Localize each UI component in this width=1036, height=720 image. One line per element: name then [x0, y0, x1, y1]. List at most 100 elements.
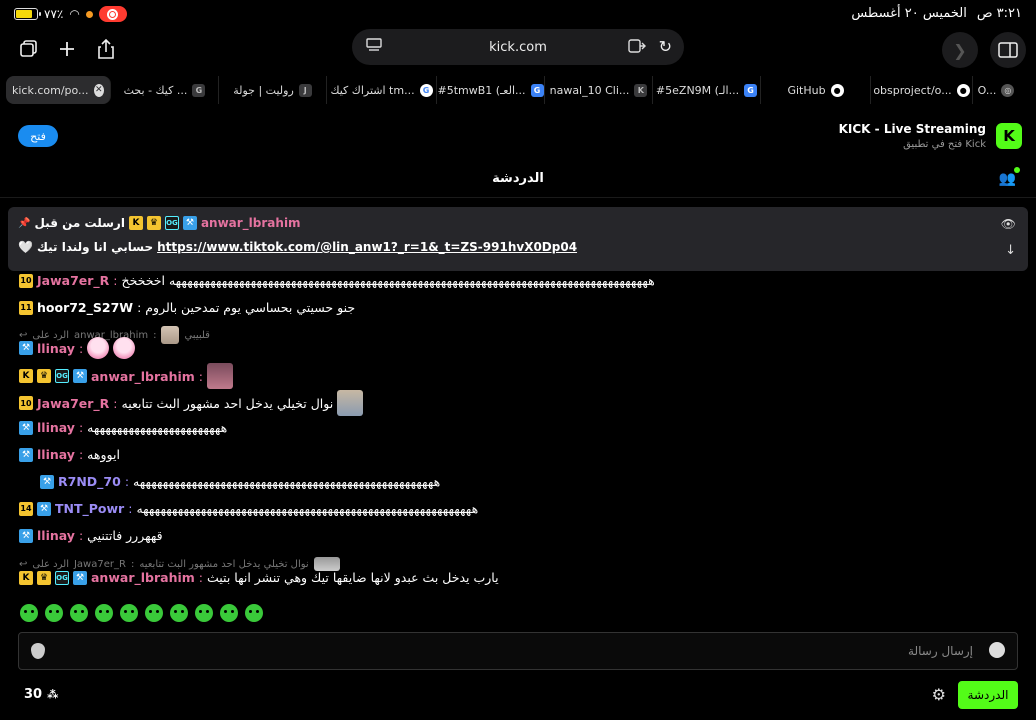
- chat-message: 10 Jawa7er_R: هههههههههههههههههههههههههه…: [19, 273, 655, 288]
- og-badge-icon: OG: [164, 216, 179, 230]
- tab-roulette[interactable]: روليت | جولة J: [219, 76, 327, 104]
- browser-toolbar: kick.com ↻ ❯: [0, 28, 1036, 70]
- emote-button[interactable]: [120, 604, 138, 622]
- message-username[interactable]: R7ND_70: [58, 474, 121, 489]
- status-bar: ٧٧٪ ◠ ٣:٢١ ص الخميس ٢٠ أغسطس: [0, 0, 1036, 28]
- message-username[interactable]: TNT_Powr: [55, 501, 124, 516]
- emoji-icon[interactable]: [989, 642, 1005, 658]
- chat-message: ⚒ R7ND_70: ههههههههههههههههههههههههههههه…: [40, 474, 440, 489]
- message-username[interactable]: Jawa7er_R: [37, 396, 109, 411]
- tab-kick-subscribe[interactable]: اشتراك كيك tm... G: [327, 76, 437, 104]
- tab-5tmwb1[interactable]: #5tmwB1 (العـ... G: [437, 76, 545, 104]
- status-left: ٧٧٪ ◠: [14, 6, 127, 22]
- chat-message: ⚒ llinay: هههههههههههههههههههههههه: [19, 420, 227, 435]
- message-username[interactable]: hoor72_S27W: [37, 300, 133, 315]
- extension-icon[interactable]: [628, 38, 646, 58]
- emote-button[interactable]: [170, 604, 188, 622]
- message-username[interactable]: llinay: [37, 528, 75, 543]
- reply-icon: ↩: [19, 558, 28, 570]
- message-text: هههههههههههههههههههههههههههههههههههههههه…: [136, 501, 479, 516]
- pinned-link[interactable]: https://www.tiktok.com/@lin_anw1?_r=1&_t…: [157, 240, 577, 254]
- emote-image: [337, 390, 364, 416]
- emote-thumbnail: [161, 326, 180, 344]
- emote-button[interactable]: [45, 604, 63, 622]
- app-subtitle: فتح في تطبيق Kick: [903, 139, 986, 150]
- tab-5ezn9m[interactable]: #5eZN9M (الـ... G: [653, 76, 761, 104]
- users-icon[interactable]: 👥: [999, 167, 1021, 187]
- tab-bar: kick.com/po... ✕ كيك - بحث ... G روليت |…: [6, 76, 1030, 104]
- chat-input[interactable]: إرسال رسالة: [18, 632, 1018, 670]
- emote-button[interactable]: [70, 604, 88, 622]
- chat-message: ⚒ llinay:: [19, 337, 136, 359]
- message-text: جنو حسيتي بحساسي يوم تمدحين بالروم: [145, 300, 356, 315]
- og-badge-icon: OG: [55, 570, 69, 585]
- message-username[interactable]: llinay: [37, 420, 75, 435]
- reply-username: Jawa7er_R: [73, 558, 126, 570]
- message-text: نوال تخيلي يدخل احد مشهور البث تتابعيه: [121, 395, 334, 411]
- wifi-icon: ◠: [69, 7, 80, 21]
- chat-message: ⚒ llinay: قههررر فاتتنيي: [19, 528, 163, 543]
- message-username[interactable]: llinay: [37, 341, 75, 356]
- sub-badge-icon: 11: [19, 300, 33, 315]
- kick-logo-icon: K: [996, 123, 1022, 149]
- close-tab-icon[interactable]: ✕: [93, 83, 104, 97]
- battery-percent: ٧٧٪: [44, 7, 64, 21]
- open-app-button[interactable]: فتح: [18, 125, 58, 147]
- chat-footer: 30 ⁂ ⚙ الدردشة: [0, 678, 1036, 720]
- pinned-username[interactable]: anwar_lbrahim: [201, 216, 301, 230]
- message-username[interactable]: anwar_lbrahim: [91, 369, 195, 384]
- pinned-message[interactable]: 📌 ارسلت من قبل K ♛ OG ⚒ anwar_lbrahim 🤍 …: [8, 207, 1028, 271]
- reply-text: نوال تخيلي يدخل احد مشهور البث تتابعيه: [139, 558, 309, 570]
- new-tab-icon[interactable]: [52, 34, 82, 64]
- reader-icon[interactable]: [366, 38, 382, 56]
- google-icon: G: [419, 83, 433, 97]
- settings-icon[interactable]: ⚙: [932, 685, 946, 704]
- chat-message: 11 hoor72_S27W: جنو حسيتي بحساسي يوم تمد…: [19, 300, 356, 315]
- tab-nawal-clips[interactable]: nawal_10 Cli... K: [545, 76, 653, 104]
- reply-text: قلبيبي: [184, 329, 210, 341]
- message-text: قههررر فاتتنيي: [87, 528, 163, 543]
- moderator-badge-icon: ⚒: [37, 501, 51, 516]
- app-name: KICK - Live Streaming: [838, 122, 986, 136]
- message-text: هههههههههههههههههههههههه: [87, 420, 228, 435]
- tab-github[interactable]: GitHub ●: [761, 76, 871, 104]
- kick-badge-icon: K: [128, 216, 143, 230]
- emote-button[interactable]: [145, 604, 163, 622]
- share-icon[interactable]: [91, 34, 121, 64]
- tabs-overview-icon[interactable]: [14, 34, 44, 64]
- send-chat-button[interactable]: الدردشة: [958, 681, 1018, 709]
- message-text: هههههههههههههههههههههههههههههههههههههههه…: [133, 474, 441, 489]
- emote-button[interactable]: [195, 604, 213, 622]
- arrow-down-icon[interactable]: ↓: [1005, 243, 1016, 258]
- github-icon: ●: [830, 83, 844, 97]
- message-username[interactable]: Jawa7er_R: [37, 273, 109, 288]
- sidebar-toggle-icon[interactable]: [990, 32, 1026, 68]
- forward-button[interactable]: ❯: [942, 32, 978, 68]
- message-username[interactable]: anwar_lbrahim: [91, 570, 195, 585]
- pinned-by-label: ارسلت من قبل: [34, 216, 125, 230]
- tab-kick[interactable]: kick.com/po... ✕: [6, 76, 111, 104]
- emote-button[interactable]: [220, 604, 238, 622]
- tab-search[interactable]: كيك - بحث ... G: [111, 76, 219, 104]
- screen-recording-icon[interactable]: [98, 6, 127, 22]
- message-username[interactable]: llinay: [37, 447, 75, 462]
- emote-button[interactable]: [20, 604, 38, 622]
- kick-badge-icon: K: [19, 570, 33, 585]
- address-bar[interactable]: kick.com ↻: [352, 29, 684, 65]
- moderator-badge-icon: ⚒: [182, 216, 197, 230]
- sub-badge-icon: 14: [19, 501, 33, 516]
- hide-icon[interactable]: 👁: [1001, 217, 1016, 231]
- emote-button[interactable]: [245, 604, 263, 622]
- github-icon: ●: [956, 83, 970, 97]
- tab-label: kick.com/po...: [12, 83, 89, 97]
- tab-obs[interactable]: O... ◎: [973, 76, 1019, 104]
- emote-button[interactable]: [95, 604, 113, 622]
- shield-icon[interactable]: [31, 643, 45, 659]
- tab-obsproject[interactable]: obsproject/o... ●: [871, 76, 973, 104]
- chat-message: 10 Jawa7er_R: نوال تخيلي يدخل احد مشهور …: [19, 390, 364, 416]
- moderator-badge-icon: ⚒: [40, 474, 54, 489]
- app-banner: فتح KICK - Live Streaming فتح في تطبيق K…: [0, 114, 1036, 156]
- chat-message: K ♛ OG ⚒ anwar_lbrahim: يارب يدخل بث عبد…: [19, 570, 499, 585]
- tab-label: O...: [977, 83, 997, 97]
- reload-icon[interactable]: ↻: [659, 37, 672, 56]
